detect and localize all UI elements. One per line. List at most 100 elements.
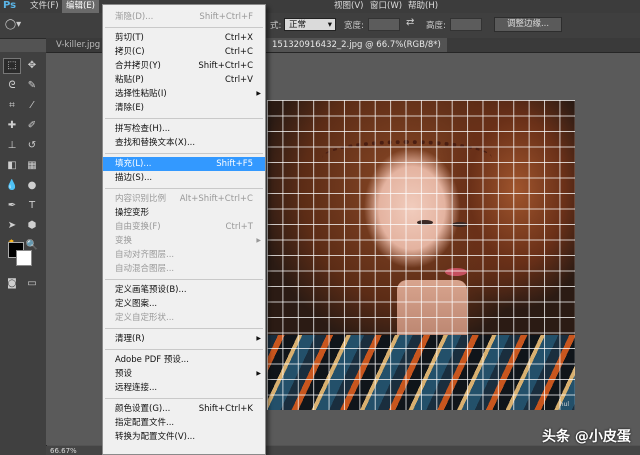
menu-item-label: 填充(L)...: [115, 159, 152, 169]
photoshop-logo: Ps: [3, 0, 17, 11]
edit-menu-dropdown: 渐隐(D)... Shift+Ctrl+F 剪切(T) Ctrl+X 拷贝(C) Ctrl…: [102, 4, 266, 455]
marquee-preset-icon[interactable]: ◯▾: [4, 17, 22, 33]
menu-view[interactable]: 视图(V): [330, 0, 367, 13]
menu-item-label: Adobe PDF 预设...: [115, 355, 189, 365]
menu-item[interactable]: 操控变形: [103, 206, 265, 220]
stamp-tool-icon[interactable]: ⊥: [3, 138, 21, 154]
menu-separator: [105, 188, 263, 189]
marquee-tool-icon[interactable]: ⬚: [3, 58, 21, 74]
menu-item: 内容识别比例 Alt+Shift+Ctrl+C: [103, 192, 265, 206]
quick-select-icon[interactable]: ✎: [23, 78, 41, 94]
healing-brush-icon[interactable]: ✚: [3, 118, 21, 134]
pen-tool-icon[interactable]: ✒: [3, 198, 21, 214]
menu-item[interactable]: 定义图案...: [103, 297, 265, 311]
menu-item-label: 转换为配置文件(V)...: [115, 432, 196, 442]
gradient-tool-icon[interactable]: ▦: [23, 158, 41, 174]
swap-icon[interactable]: ⇄: [406, 17, 414, 28]
submenu-arrow-icon: ▶: [256, 370, 261, 377]
move-tool-icon[interactable]: ✥: [23, 58, 41, 74]
width-label: 宽度:: [344, 21, 364, 31]
type-tool-icon[interactable]: T: [23, 198, 41, 214]
watermark: 头条 @小皮蛋: [542, 429, 631, 445]
menu-separator: [105, 279, 263, 280]
menu-item[interactable]: 清理(R) ▶: [103, 332, 265, 346]
style-select[interactable]: 正常 ▾: [284, 18, 336, 31]
shape-tool-icon[interactable]: ⬢: [23, 218, 41, 234]
tab-current-document[interactable]: 151320916432_2.jpg @ 66.7%(RGB/8*): [266, 38, 447, 52]
menu-separator: [105, 398, 263, 399]
document-image[interactable]: hul: [267, 100, 575, 410]
menu-item-label: 拷贝(C): [115, 47, 145, 57]
eraser-tool-icon[interactable]: ◧: [3, 158, 21, 174]
menu-item-label: 自动对齐图层...: [115, 250, 175, 260]
menu-separator: [105, 118, 263, 119]
blur-tool-icon[interactable]: 💧: [3, 178, 21, 194]
menu-item: 变换 ▶: [103, 234, 265, 248]
menu-item-label: 操控变形: [115, 208, 150, 218]
submenu-arrow-icon: ▶: [256, 90, 261, 97]
menu-item-shortcut: Shift+F5: [216, 159, 253, 169]
menu-item[interactable]: 描边(S)...: [103, 171, 265, 185]
menu-item-label: 清除(E): [115, 103, 145, 113]
menu-file[interactable]: 文件(F): [26, 0, 63, 13]
zoom-level: 66.67%: [50, 447, 77, 455]
brush-tool-icon[interactable]: ✐: [23, 118, 41, 134]
menu-item[interactable]: 合并拷贝(Y) Shift+Ctrl+C: [103, 59, 265, 73]
height-label: 高度:: [426, 21, 446, 31]
refine-edge-button[interactable]: 调整边缘...: [494, 17, 562, 32]
menu-item[interactable]: Adobe PDF 预设...: [103, 353, 265, 367]
menu-item[interactable]: 远程连接...: [103, 381, 265, 395]
menu-item: 渐隐(D)... Shift+Ctrl+F: [103, 10, 265, 24]
menu-item[interactable]: 选择性粘贴(I) ▶: [103, 87, 265, 101]
menu-item-label: 预设: [115, 369, 133, 379]
style-value: 正常: [289, 20, 307, 30]
menu-item[interactable]: 转换为配置文件(V)...: [103, 430, 265, 444]
screen-mode-icon[interactable]: ▭: [23, 276, 41, 292]
menu-item[interactable]: 查找和替换文本(X)...: [103, 136, 265, 150]
menu-item-shortcut: Shift+Ctrl+K: [198, 404, 253, 414]
path-select-icon[interactable]: ➤: [3, 218, 21, 234]
menu-item[interactable]: 指定配置文件...: [103, 416, 265, 430]
menu-item[interactable]: 拷贝(C) Ctrl+C: [103, 45, 265, 59]
menu-help[interactable]: 帮助(H): [404, 0, 442, 13]
dodge-tool-icon[interactable]: ●: [23, 178, 41, 194]
menu-item: 定义自定形状...: [103, 311, 265, 325]
menu-item-label: 指定配置文件...: [115, 418, 175, 428]
menu-item[interactable]: 粘贴(P) Ctrl+V: [103, 73, 265, 87]
quick-mask-icon[interactable]: ◙: [3, 276, 21, 292]
height-field[interactable]: [450, 18, 482, 31]
menu-item-shortcut: Ctrl+V: [224, 75, 253, 85]
menu-item[interactable]: 填充(L)... Shift+F5: [103, 157, 265, 171]
menu-item-label: 粘贴(P): [115, 75, 144, 85]
history-brush-icon[interactable]: ↺: [23, 138, 41, 154]
options-bar: ◯▾ 式: 正常 ▾ 宽度: ⇄ 高度: 调整边缘...: [0, 13, 640, 39]
submenu-arrow-icon: ▶: [256, 335, 261, 342]
photo-caption: hul: [559, 401, 569, 408]
lasso-tool-icon[interactable]: ᘓ: [3, 78, 21, 94]
menu-item-label: 定义图案...: [115, 299, 158, 309]
menu-item: 自由变换(F) Ctrl+T: [103, 220, 265, 234]
menu-item: 自动混合图层...: [103, 262, 265, 276]
menu-item[interactable]: 清除(E): [103, 101, 265, 115]
menu-item-label: 自动混合图层...: [115, 264, 175, 274]
menu-item[interactable]: 拼写检查(H)...: [103, 122, 265, 136]
menu-item[interactable]: 预设 ▶: [103, 367, 265, 381]
menu-edit[interactable]: 编辑(E): [62, 0, 100, 13]
width-field[interactable]: [368, 18, 400, 31]
menu-separator: [105, 349, 263, 350]
crop-tool-icon[interactable]: ⌗: [3, 98, 21, 114]
menu-separator: [105, 27, 263, 28]
menu-item-label: 描边(S)...: [115, 173, 153, 183]
menu-item-label: 查找和替换文本(X)...: [115, 138, 196, 148]
menu-item-label: 远程连接...: [115, 383, 158, 393]
background-color-swatch[interactable]: [16, 250, 32, 266]
menu-item[interactable]: 定义画笔预设(B)...: [103, 283, 265, 297]
menu-item[interactable]: 颜色设置(G)... Shift+Ctrl+K: [103, 402, 265, 416]
menu-item[interactable]: 剪切(T) Ctrl+X: [103, 31, 265, 45]
menu-window[interactable]: 窗口(W): [366, 0, 406, 13]
menu-item-shortcut: Alt+Shift+Ctrl+C: [179, 194, 253, 204]
eyedropper-icon[interactable]: ⁄: [23, 98, 41, 114]
menu-item: 自动对齐图层...: [103, 248, 265, 262]
menu-item-label: 变换: [115, 236, 133, 246]
menu-item-label: 定义自定形状...: [115, 313, 175, 323]
